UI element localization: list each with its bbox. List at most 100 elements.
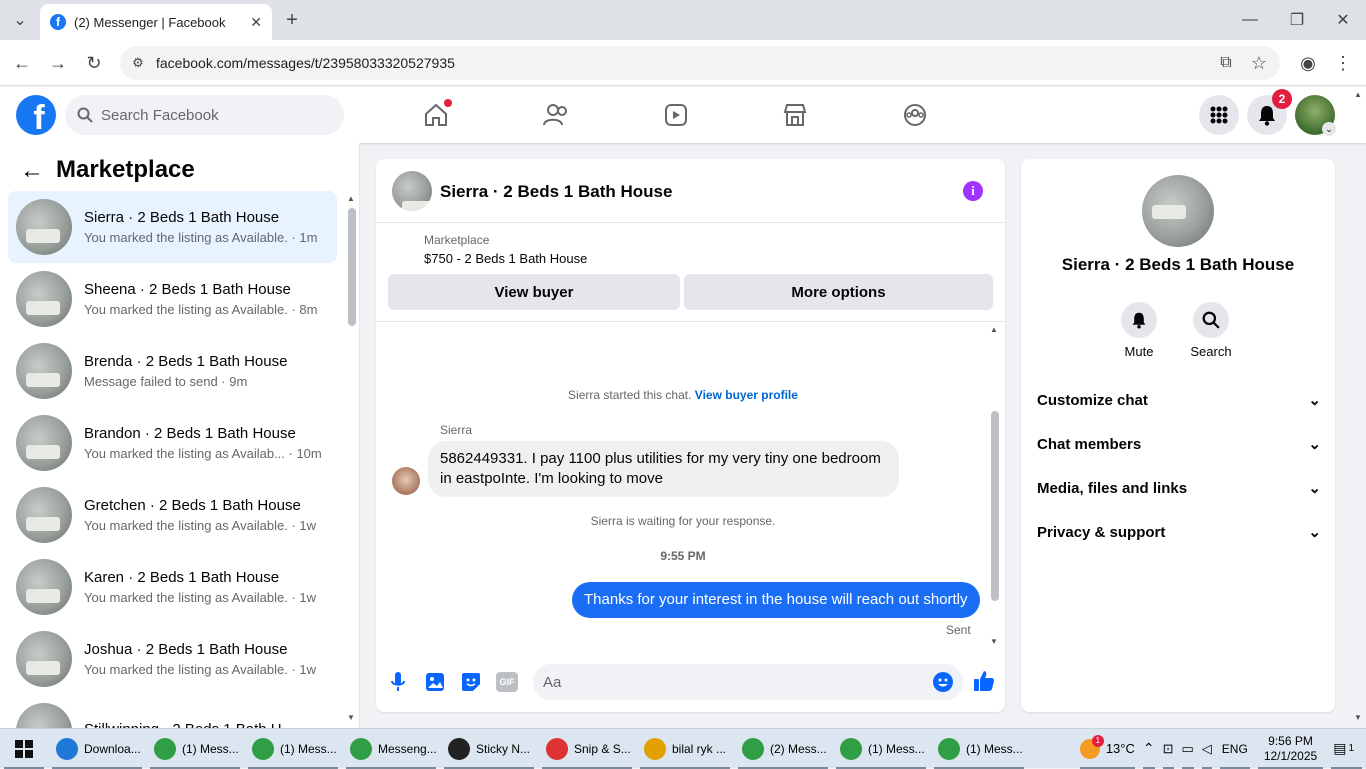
search-conversation-icon[interactable] bbox=[1193, 302, 1229, 338]
address-bar[interactable]: facebook.com/messages/t/2395803332052793… bbox=[120, 46, 1280, 80]
chat-scroll-down-icon[interactable]: ▼ bbox=[990, 637, 998, 646]
close-window-icon[interactable]: ✕ bbox=[1333, 8, 1353, 32]
chat-avatar[interactable] bbox=[392, 171, 432, 211]
video-nav-icon[interactable] bbox=[656, 97, 696, 133]
incoming-message-bubble[interactable]: 5862449331. I pay 1100 plus utilities fo… bbox=[428, 441, 899, 497]
conversation-text: Gretchen · 2 Beds 1 Bath House You marked… bbox=[84, 497, 334, 533]
thumbs-up-like-icon[interactable] bbox=[972, 669, 996, 698]
volume-icon[interactable]: ◁ bbox=[1198, 729, 1216, 769]
account-chevron-down-icon[interactable]: ⌄ bbox=[1322, 122, 1336, 136]
more-options-button[interactable]: More options bbox=[684, 274, 993, 310]
sender-avatar[interactable] bbox=[392, 467, 420, 495]
conversation-avatar bbox=[16, 415, 72, 471]
info-avatar[interactable] bbox=[1142, 175, 1214, 247]
page-scroll-up-icon[interactable]: ▲ bbox=[1354, 90, 1362, 99]
conversation-item[interactable]: Karen · 2 Beds 1 Bath House You marked th… bbox=[8, 551, 337, 623]
notification-center-icon[interactable]: ▤ 1 bbox=[1327, 729, 1366, 769]
clock[interactable]: 9:56 PM 12/1/2025 bbox=[1254, 729, 1327, 769]
conversation-list-scrollbar[interactable] bbox=[348, 208, 356, 326]
app-icon bbox=[938, 737, 960, 760]
view-buyer-profile-link[interactable]: View buyer profile bbox=[695, 388, 798, 402]
menu-grid-icon[interactable] bbox=[1199, 95, 1239, 135]
app-label: Snip & S... bbox=[574, 741, 631, 756]
url-text: facebook.com/messages/t/2395803332052793… bbox=[156, 55, 455, 71]
facebook-logo-icon[interactable]: f bbox=[16, 95, 56, 135]
back-arrow-icon[interactable]: ← bbox=[20, 159, 44, 184]
taskbar-app-item[interactable]: Messeng... bbox=[342, 729, 440, 769]
emoji-icon[interactable] bbox=[932, 671, 954, 698]
taskbar-app-item[interactable]: Snip & S... bbox=[538, 729, 636, 769]
chat-members-section[interactable]: Chat members ⌄ bbox=[1037, 429, 1321, 459]
chat-title[interactable]: Sierra · 2 Beds 1 Bath House bbox=[440, 182, 672, 202]
tab-title: (2) Messenger | Facebook bbox=[74, 14, 226, 30]
page-scroll-down-icon[interactable]: ▼ bbox=[1354, 713, 1362, 722]
list-scroll-up-icon[interactable]: ▲ bbox=[347, 194, 355, 203]
app-label: Messeng... bbox=[378, 741, 437, 756]
taskbar-app-item[interactable]: (2) Mess... bbox=[734, 729, 832, 769]
conversation-item[interactable]: Sheena · 2 Beds 1 Bath House You marked t… bbox=[8, 263, 337, 335]
weather-widget[interactable]: 1 13°C bbox=[1076, 729, 1139, 769]
taskbar-app-item[interactable]: (1) Mess... bbox=[146, 729, 244, 769]
privacy-support-section[interactable]: Privacy & support ⌄ bbox=[1037, 517, 1321, 547]
view-buyer-button[interactable]: View buyer bbox=[388, 274, 680, 310]
conversation-item[interactable]: Sierra · 2 Beds 1 Bath House You marked t… bbox=[8, 191, 337, 263]
waiting-notice: Sierra is waiting for your response. bbox=[590, 514, 776, 528]
battery-icon[interactable]: ▭ bbox=[1178, 729, 1198, 769]
info-icon[interactable]: i bbox=[963, 181, 983, 201]
listing-title[interactable]: $750 - 2 Beds 1 Bath House bbox=[424, 251, 587, 266]
chevron-down-icon: ⌄ bbox=[1308, 524, 1321, 541]
section-label: Chat members bbox=[1037, 435, 1142, 453]
new-tab-icon[interactable]: + bbox=[282, 8, 302, 32]
minimize-icon[interactable]: — bbox=[1240, 8, 1260, 32]
taskbar-app-item[interactable]: Sticky N... bbox=[440, 729, 538, 769]
profile-icon[interactable]: ◉ bbox=[1297, 52, 1319, 74]
site-info-icon[interactable]: ⚙ bbox=[128, 53, 148, 73]
message-composer-input[interactable]: Aa bbox=[533, 664, 963, 700]
outgoing-message-bubble[interactable]: Thanks for your interest in the house wi… bbox=[572, 582, 980, 618]
taskbar-app-item[interactable]: Downloa... bbox=[48, 729, 146, 769]
microphone-icon[interactable] bbox=[388, 671, 408, 698]
mute-bell-icon[interactable] bbox=[1121, 302, 1157, 338]
close-tab-icon[interactable]: ✕ bbox=[250, 14, 262, 31]
conversation-item[interactable]: Gretchen · 2 Beds 1 Bath House You marked… bbox=[8, 479, 337, 551]
chat-scroll-up-icon[interactable]: ▲ bbox=[990, 325, 998, 334]
browser-tab[interactable]: f (2) Messenger | Facebook ✕ bbox=[40, 4, 272, 40]
photo-attach-icon[interactable] bbox=[424, 671, 446, 698]
start-button[interactable] bbox=[0, 729, 48, 769]
network-icon[interactable]: ⊡ bbox=[1159, 729, 1178, 769]
forward-icon[interactable]: → bbox=[46, 52, 70, 74]
language-indicator[interactable]: ENG bbox=[1216, 729, 1254, 769]
conversation-item[interactable]: Joshua · 2 Beds 1 Bath House You marked t… bbox=[8, 623, 337, 695]
browser-menu-icon[interactable]: ⋮ bbox=[1333, 52, 1353, 74]
reload-icon[interactable]: ↻ bbox=[82, 52, 106, 74]
conversation-item[interactable]: Brandon · 2 Beds 1 Bath House You marked … bbox=[8, 407, 337, 479]
app-label: (1) Mess... bbox=[182, 741, 239, 756]
customize-chat-section[interactable]: Customize chat ⌄ bbox=[1037, 385, 1321, 415]
facebook-search-input[interactable]: Search Facebook bbox=[65, 95, 344, 135]
restore-icon[interactable]: ❐ bbox=[1287, 8, 1307, 32]
taskbar-app-item[interactable]: bilal ryk ... bbox=[636, 729, 734, 769]
conversation-item[interactable]: Brenda · 2 Beds 1 Bath House Message fail… bbox=[8, 335, 337, 407]
search-label[interactable]: Search bbox=[1181, 344, 1241, 359]
tab-search-icon[interactable]: ⌄ bbox=[8, 8, 32, 32]
mute-label[interactable]: Mute bbox=[1109, 344, 1169, 359]
marketplace-nav-icon[interactable] bbox=[775, 97, 815, 133]
tray-chevron-up-icon[interactable]: ⌃ bbox=[1139, 729, 1159, 769]
section-label: Customize chat bbox=[1037, 391, 1148, 409]
taskbar-app-item[interactable]: (1) Mess... bbox=[930, 729, 1028, 769]
sticker-icon[interactable] bbox=[460, 671, 482, 698]
gif-icon[interactable]: GIF bbox=[496, 672, 518, 692]
taskbar-apps: Downloa... (1) Mess... (1) Mess... Messeng.… bbox=[48, 729, 1028, 769]
taskbar-app-item[interactable]: (1) Mess... bbox=[832, 729, 930, 769]
install-app-icon[interactable]: ⧉ bbox=[1215, 52, 1237, 74]
chat-scrollbar[interactable] bbox=[991, 411, 999, 601]
friends-nav-icon[interactable] bbox=[536, 97, 576, 133]
list-scroll-down-icon[interactable]: ▼ bbox=[347, 713, 355, 722]
info-name: Sierra · 2 Beds 1 Bath House bbox=[1061, 255, 1295, 274]
home-nav-icon[interactable] bbox=[416, 97, 456, 133]
groups-nav-icon[interactable] bbox=[895, 97, 935, 133]
back-icon[interactable]: ← bbox=[10, 52, 34, 74]
taskbar-app-item[interactable]: (1) Mess... bbox=[244, 729, 342, 769]
media-files-links-section[interactable]: Media, files and links ⌄ bbox=[1037, 473, 1321, 503]
bookmark-star-icon[interactable]: ☆ bbox=[1248, 52, 1270, 74]
